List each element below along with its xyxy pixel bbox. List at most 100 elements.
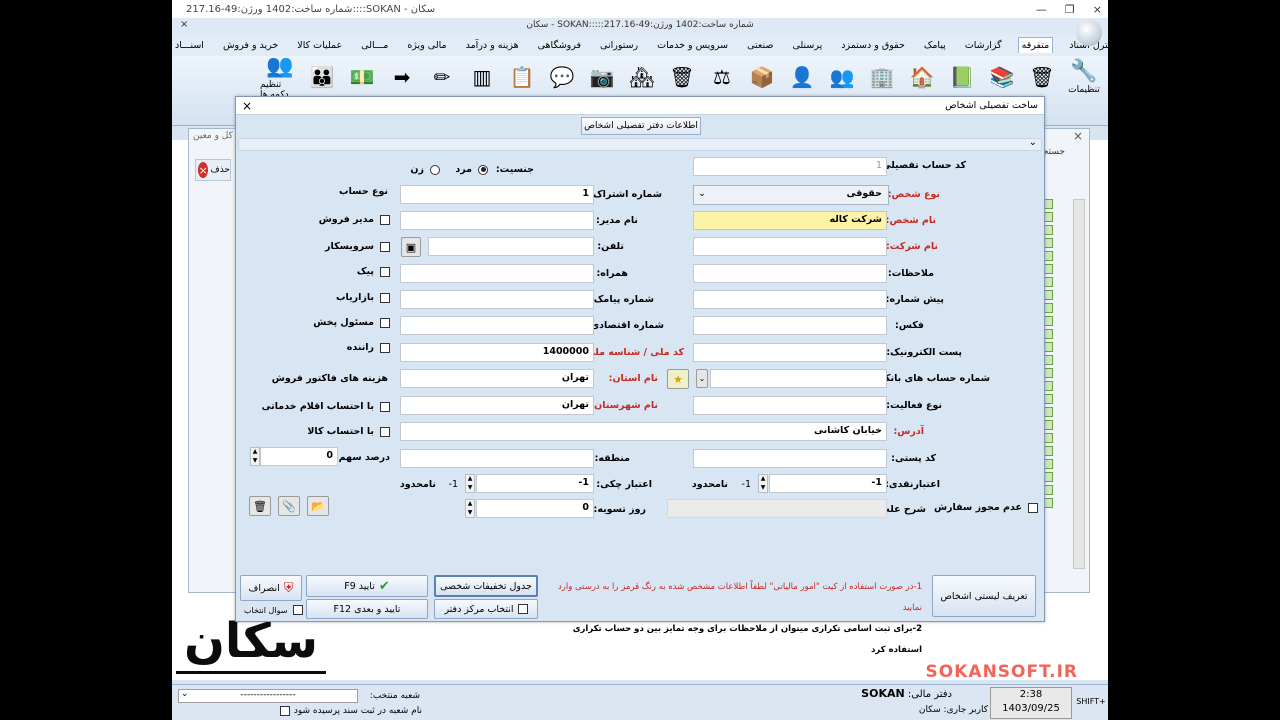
city-input[interactable]: تهران bbox=[400, 396, 594, 415]
delete-button[interactable]: 🗑 bbox=[249, 496, 271, 516]
boxes-button[interactable]: 📦 bbox=[744, 58, 780, 96]
binders-button[interactable]: 📗 bbox=[944, 58, 980, 96]
branch-select[interactable]: ⌄ ----------------- bbox=[178, 689, 358, 703]
menu-item[interactable]: پرسنلی bbox=[789, 38, 825, 53]
menu-item[interactable]: فروشگاهی bbox=[535, 38, 584, 53]
cash-credit-input[interactable]: 1- bbox=[769, 474, 887, 493]
bg-close-icon[interactable]: × bbox=[1073, 129, 1083, 143]
with-goods-checkbox[interactable]: با احتساب کالا bbox=[307, 426, 390, 437]
phone-input[interactable] bbox=[428, 237, 594, 256]
service-man-checkbox[interactable]: سرویسکار bbox=[325, 241, 390, 252]
settle-days-input[interactable]: 0 bbox=[476, 499, 594, 518]
gender-male-radio[interactable]: مرد bbox=[455, 164, 488, 175]
people-button[interactable]: 👥 bbox=[824, 58, 860, 96]
gender-female-radio[interactable]: زن bbox=[410, 164, 440, 175]
menu-item[interactable]: گزارشات bbox=[962, 38, 1005, 53]
pencil-button[interactable]: ✏ bbox=[424, 58, 460, 96]
transfer-button[interactable]: ➡ bbox=[384, 58, 420, 96]
distributor-checkbox[interactable]: مسئول پخش bbox=[313, 317, 390, 328]
prefix-input[interactable] bbox=[693, 290, 887, 309]
layout-button[interactable]: 👥 تنظیم دکمه ها bbox=[260, 54, 300, 100]
fax-input[interactable] bbox=[693, 316, 887, 335]
address-input[interactable]: خیابان کاشانی bbox=[400, 422, 887, 441]
marketer-box[interactable] bbox=[380, 292, 390, 303]
account-code-input[interactable]: 1 bbox=[693, 157, 887, 176]
weights-button[interactable]: ⚖ bbox=[704, 58, 740, 96]
shift-lock-icon[interactable]: SHIFT+ F12 bbox=[1076, 687, 1106, 719]
camera-button[interactable]: 📷 bbox=[584, 58, 620, 96]
chevron-down-icon[interactable]: ⌄ bbox=[1029, 137, 1037, 148]
sms-button[interactable]: 💬 bbox=[544, 58, 580, 96]
minimize-button[interactable]: — bbox=[1036, 3, 1047, 16]
with-goods-box[interactable] bbox=[380, 426, 390, 437]
sales-manager-box[interactable] bbox=[380, 214, 390, 225]
bin-button[interactable]: 🗑 bbox=[664, 58, 700, 96]
marketer-checkbox[interactable]: بازاریاب bbox=[336, 292, 390, 303]
bg-delete-button[interactable]: × حذف bbox=[195, 159, 231, 181]
ask-select-checkbox[interactable]: سوال انتخاب bbox=[244, 605, 304, 615]
attach-button[interactable]: 📎 bbox=[278, 496, 300, 516]
province-input[interactable]: تهران bbox=[400, 369, 594, 388]
branch-ask-checkbox[interactable]: نام شعبه در ثبت سند پرسیده شود bbox=[279, 706, 422, 716]
menu-item[interactable]: سرویس و خدمات bbox=[654, 38, 731, 53]
cost-center-box[interactable] bbox=[517, 604, 528, 614]
bank-accounts-dropdown[interactable]: ⌄ bbox=[696, 369, 708, 388]
confirm-next-button[interactable]: تایید و بعدی F12 bbox=[306, 599, 428, 619]
favorite-button[interactable]: ★ bbox=[667, 369, 689, 389]
group-button[interactable]: 👪 bbox=[304, 58, 340, 96]
economic-no-input[interactable] bbox=[400, 316, 594, 335]
menu-item[interactable]: هزینه و درآمد bbox=[463, 38, 522, 53]
menu-item[interactable]: اسنـــاد bbox=[172, 38, 207, 53]
person-name-input[interactable]: شرکت کاله bbox=[693, 211, 887, 230]
male-radio-dot[interactable] bbox=[478, 164, 488, 175]
dialog-close-icon[interactable]: × bbox=[242, 99, 252, 113]
menu-item[interactable]: پیامک bbox=[921, 38, 949, 53]
service-man-box[interactable] bbox=[380, 241, 390, 252]
house-button[interactable]: 🏠 bbox=[904, 58, 940, 96]
share-percent-spinner[interactable]: ▲ ▼ bbox=[250, 447, 260, 466]
close-button[interactable]: × bbox=[1093, 3, 1102, 16]
email-input[interactable] bbox=[693, 343, 887, 362]
distributor-box[interactable] bbox=[380, 317, 390, 328]
barcode-button[interactable]: ▥ bbox=[464, 58, 500, 96]
region-input[interactable] bbox=[400, 449, 594, 468]
settings-button[interactable]: 🔧 تنظیمات bbox=[1064, 58, 1104, 96]
confirm-button[interactable]: ✔ تایید F9 bbox=[306, 575, 428, 597]
menu-item[interactable]: مـــالی bbox=[358, 38, 391, 53]
cash-credit-spinner[interactable]: ▲ ▼ bbox=[758, 474, 768, 493]
activity-input[interactable] bbox=[693, 396, 887, 415]
menu-item[interactable]: حقوق و دستمزد bbox=[838, 38, 908, 53]
branch-ask-box[interactable] bbox=[279, 706, 290, 716]
inner-close-icon[interactable]: × bbox=[180, 19, 188, 30]
menu-item[interactable]: عملیات کالا bbox=[294, 38, 345, 53]
bank-accounts-input[interactable] bbox=[710, 369, 887, 388]
books-button[interactable]: 📚 bbox=[984, 58, 1020, 96]
courier-box[interactable] bbox=[380, 266, 390, 277]
building-button[interactable]: 🏢 bbox=[864, 58, 900, 96]
subscription-input[interactable]: 1 bbox=[400, 185, 594, 204]
no-order-permit-checkbox[interactable]: عدم مجوز سفارش bbox=[934, 502, 1038, 513]
company-name-input[interactable] bbox=[693, 237, 887, 256]
bg-scrollbar[interactable] bbox=[1073, 199, 1085, 569]
service-items-checkbox[interactable]: با احتساب اقلام خدماتی bbox=[262, 401, 390, 412]
national-id-input[interactable]: 1400000 bbox=[400, 343, 594, 362]
no-order-permit-box[interactable] bbox=[1028, 502, 1038, 513]
mobile-input[interactable] bbox=[400, 264, 594, 283]
users-button[interactable]: 👤 bbox=[784, 58, 820, 96]
define-list-button[interactable]: تعریف لیستی اشخاص bbox=[932, 575, 1036, 617]
restore-button[interactable]: ❐ bbox=[1065, 3, 1075, 16]
driver-checkbox[interactable]: راننده bbox=[347, 342, 390, 353]
menu-item[interactable]: متفرقه bbox=[1017, 37, 1054, 53]
menu-item[interactable]: صنعتی bbox=[744, 38, 776, 53]
cheque-credit-spinner[interactable]: ▲ ▼ bbox=[465, 474, 475, 493]
sales-manager-checkbox[interactable]: مدیر فروش bbox=[319, 214, 390, 225]
menu-item[interactable]: رستورانی bbox=[597, 38, 641, 53]
person-type-select[interactable]: ⌄ حقوقی bbox=[693, 185, 889, 205]
cancel-button[interactable]: ⛨ انصراف bbox=[240, 575, 302, 601]
homes-button[interactable]: 🏘 bbox=[624, 58, 660, 96]
open-folder-button[interactable]: 📂 bbox=[307, 496, 329, 516]
phone-contact-button[interactable]: ▣ bbox=[401, 237, 421, 257]
share-percent-input[interactable]: 0 bbox=[260, 447, 338, 466]
courier-checkbox[interactable]: پیک bbox=[357, 266, 390, 277]
menu-item[interactable]: مالی ویژه bbox=[404, 38, 449, 53]
